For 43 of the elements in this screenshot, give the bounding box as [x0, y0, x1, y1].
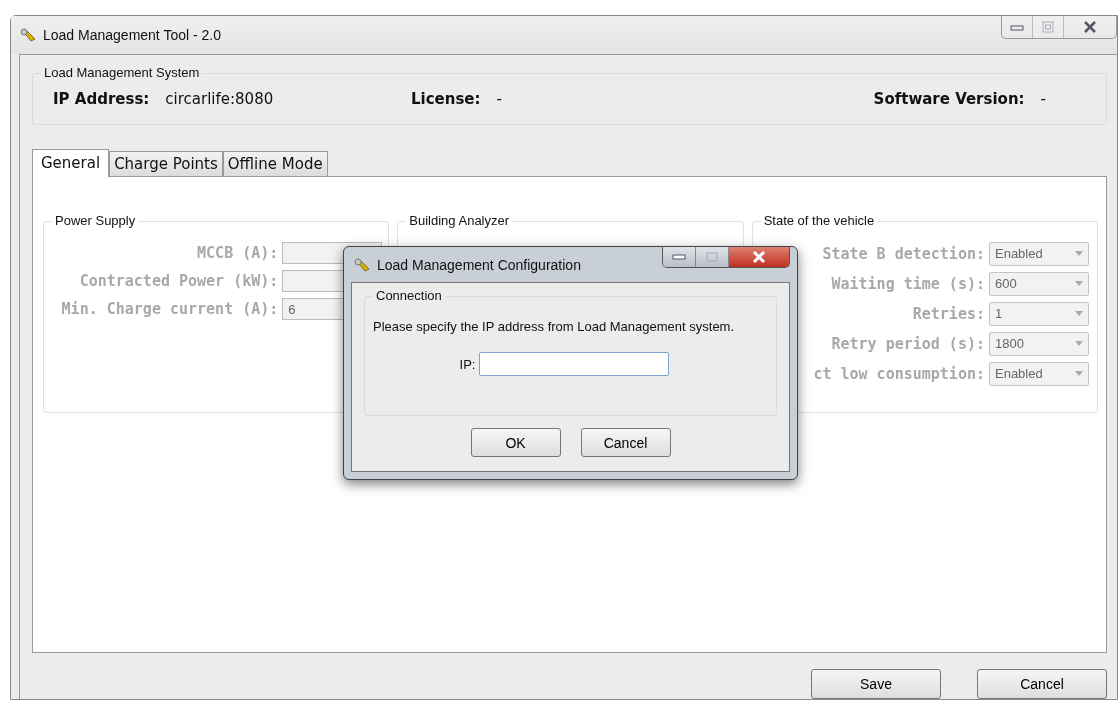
caret-icon	[1075, 371, 1083, 377]
field-label: Min. Charge current (A):	[61, 299, 279, 318]
field-label: State B detection:	[822, 244, 985, 263]
dialog-message: Please specify the IP address from Load Management system.	[373, 319, 735, 334]
tab[interactable]: Offline Mode	[222, 150, 328, 176]
maximize-icon	[706, 252, 718, 262]
caret-icon	[1075, 251, 1083, 257]
maximize-icon	[1042, 21, 1054, 33]
tab[interactable]: General	[32, 148, 110, 177]
maximize-button[interactable]	[696, 247, 729, 267]
dialog-button[interactable]: Save	[811, 669, 941, 699]
info-value: circarlife:8080	[165, 89, 274, 108]
field-label: Waiting time (s):	[831, 274, 985, 293]
minimize-button[interactable]	[663, 247, 696, 267]
info-value: -	[1040, 89, 1046, 108]
tab[interactable]: Charge Points	[109, 150, 223, 176]
info-value: -	[496, 89, 502, 108]
field-label: IP:	[459, 356, 476, 372]
dialog-button[interactable]: Cancel	[977, 669, 1107, 699]
close-icon	[752, 251, 766, 263]
group-legend: Load Management System	[41, 65, 203, 81]
field-label: MCCB (A):	[197, 243, 279, 262]
caret-icon	[1075, 341, 1083, 347]
field-label: Contracted Power (kW):	[79, 271, 279, 290]
info-label: IP Address:	[53, 89, 150, 108]
close-icon	[1083, 21, 1097, 33]
wrench-icon	[19, 27, 37, 43]
wrench-icon	[353, 256, 371, 273]
field-label: ct low consumption:	[813, 364, 985, 383]
ip-input-field[interactable]	[479, 352, 670, 376]
window-title: Load Management Tool - 2.0	[43, 27, 221, 43]
close-button[interactable]	[729, 247, 789, 267]
info-label: License:	[411, 89, 481, 108]
dialog-title: Load Management Configuration	[377, 256, 581, 273]
field-label: Retries:	[912, 304, 985, 323]
caret-icon	[1075, 311, 1083, 317]
dialog-button[interactable]: Cancel	[580, 428, 671, 457]
field-label: Retry period (s):	[831, 334, 985, 353]
caret-icon	[1075, 281, 1083, 287]
minimize-icon	[672, 254, 686, 260]
info-label: Software Version:	[873, 89, 1025, 108]
minimize-icon	[1010, 23, 1024, 31]
dialog-button[interactable]: OK	[470, 428, 561, 457]
